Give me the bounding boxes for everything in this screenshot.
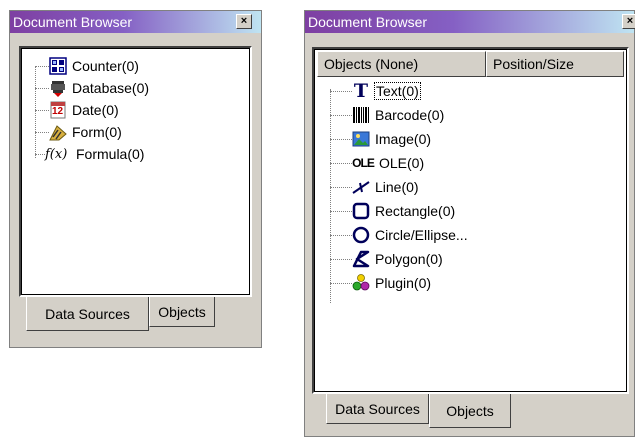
title-bar[interactable]: Document Browser <box>10 11 261 33</box>
tree-branch <box>35 131 49 133</box>
tree-item-label: Formula(0) <box>76 146 145 162</box>
tree-branch <box>330 138 352 140</box>
tree-branch <box>330 234 352 236</box>
tree-item-ole[interactable]: OLE OLE(0) <box>330 153 425 173</box>
tree-branch <box>330 282 352 284</box>
tree-item-label: Image(0) <box>375 131 432 147</box>
tree-branch <box>330 114 352 116</box>
close-button[interactable]: × <box>622 14 635 29</box>
tree-view-frame: Counter(0) Database(0) 12 Date(0) Form(0… <box>19 46 252 297</box>
column-header-row: Objects (None) Position/Size <box>317 51 624 77</box>
tree-item-label: Polygon(0) <box>375 251 443 267</box>
column-header-label: Position/Size <box>493 56 574 72</box>
tree-item-circle-ellipse[interactable]: Circle/Ellipse... <box>330 225 469 245</box>
close-icon: × <box>240 15 248 27</box>
formula-icon-text: f(x) <box>45 146 68 162</box>
tree-item-text[interactable]: T Text(0) <box>330 81 421 101</box>
column-header-position-size[interactable]: Position/Size <box>486 51 624 77</box>
tree-item-database[interactable]: Database(0) <box>35 78 150 98</box>
tree-item-image[interactable]: Image(0) <box>330 129 432 149</box>
tree-item-label: Database(0) <box>72 80 150 96</box>
tab-strip: Data Sources Objects <box>305 394 635 428</box>
tree-item-label: Date(0) <box>72 102 119 118</box>
tree-item-label: Circle/Ellipse... <box>375 227 468 243</box>
window-title: Document Browser <box>308 14 428 30</box>
column-header-objects[interactable]: Objects (None) <box>317 51 486 77</box>
data-sources-tree: Counter(0) Database(0) 12 Date(0) Form(0… <box>35 56 245 166</box>
tree-item-label: Line(0) <box>375 179 419 195</box>
rectangle-icon <box>352 202 370 220</box>
tree-item-formula[interactable]: f(x) Formula(0) <box>35 144 145 164</box>
tab-strip: Data Sources Objects <box>10 297 263 331</box>
tree-item-label: Counter(0) <box>72 58 139 74</box>
line-icon <box>352 178 370 196</box>
tree-item-plugin[interactable]: Plugin(0) <box>330 273 432 293</box>
tree-item-label: Form(0) <box>72 124 122 140</box>
tree-branch <box>330 162 352 164</box>
tree-branch <box>35 87 49 89</box>
ole-icon-text: OLE <box>352 156 375 170</box>
tree-item-rectangle[interactable]: Rectangle(0) <box>330 201 456 221</box>
tree-branch <box>330 186 352 188</box>
database-icon <box>49 79 67 97</box>
tree-item-counter[interactable]: Counter(0) <box>35 56 140 76</box>
tree-view-frame: Objects (None) Position/Size T Text(0) B… <box>312 47 629 394</box>
image-icon <box>352 130 370 148</box>
text-icon: T <box>352 80 370 102</box>
tab-objects[interactable]: Objects <box>429 394 511 428</box>
tab-label: Data Sources <box>45 305 130 322</box>
objects-tree: T Text(0) Barcode(0) Image(0) OLE OLE(0)… <box>330 81 610 311</box>
tab-label: Objects <box>446 402 494 419</box>
tree-branch <box>330 210 352 212</box>
date-icon-number: 12 <box>52 106 64 117</box>
tab-label: Objects <box>158 303 206 320</box>
document-browser-panel-right: Document Browser × Objects (None) Positi… <box>304 10 635 437</box>
tab-objects[interactable]: Objects <box>149 297 215 327</box>
tree-item-label: Plugin(0) <box>375 275 432 291</box>
tree-item-label: Text(0) <box>374 82 421 100</box>
tab-data-sources[interactable]: Data Sources <box>326 394 429 424</box>
form-icon <box>49 123 67 141</box>
tree-branch <box>35 153 45 155</box>
tree-item-label: Rectangle(0) <box>375 203 456 219</box>
tree-branch <box>35 109 49 111</box>
close-button[interactable]: × <box>236 14 252 29</box>
formula-icon: f(x) <box>45 145 71 163</box>
column-header-label: Objects (None) <box>324 56 419 72</box>
ole-icon: OLE <box>352 154 375 172</box>
tree-item-label: Barcode(0) <box>375 107 445 123</box>
plugin-icon <box>352 274 370 292</box>
window-title: Document Browser <box>13 14 133 30</box>
tree-branch <box>35 65 49 67</box>
tree-branch <box>330 258 352 260</box>
tree-item-line[interactable]: Line(0) <box>330 177 420 197</box>
tree-item-barcode[interactable]: Barcode(0) <box>330 105 445 125</box>
tree-item-date[interactable]: 12 Date(0) <box>35 100 120 120</box>
polygon-icon <box>352 250 370 268</box>
title-bar[interactable]: Document Browser <box>305 11 634 33</box>
tree-item-polygon[interactable]: Polygon(0) <box>330 249 444 269</box>
tab-label: Data Sources <box>335 400 420 417</box>
tree-item-label: OLE(0) <box>379 155 425 171</box>
date-icon: 12 <box>49 101 67 119</box>
tree-item-form[interactable]: Form(0) <box>35 122 123 142</box>
tab-data-sources[interactable]: Data Sources <box>26 297 149 331</box>
counter-icon <box>49 57 67 75</box>
circle-icon <box>352 226 370 244</box>
text-icon-glyph: T <box>353 80 369 102</box>
barcode-icon <box>352 106 370 124</box>
document-browser-panel-left: Document Browser × Counter(0) Database(0… <box>9 10 262 348</box>
close-icon: × <box>626 15 634 27</box>
tree-branch <box>330 90 352 92</box>
